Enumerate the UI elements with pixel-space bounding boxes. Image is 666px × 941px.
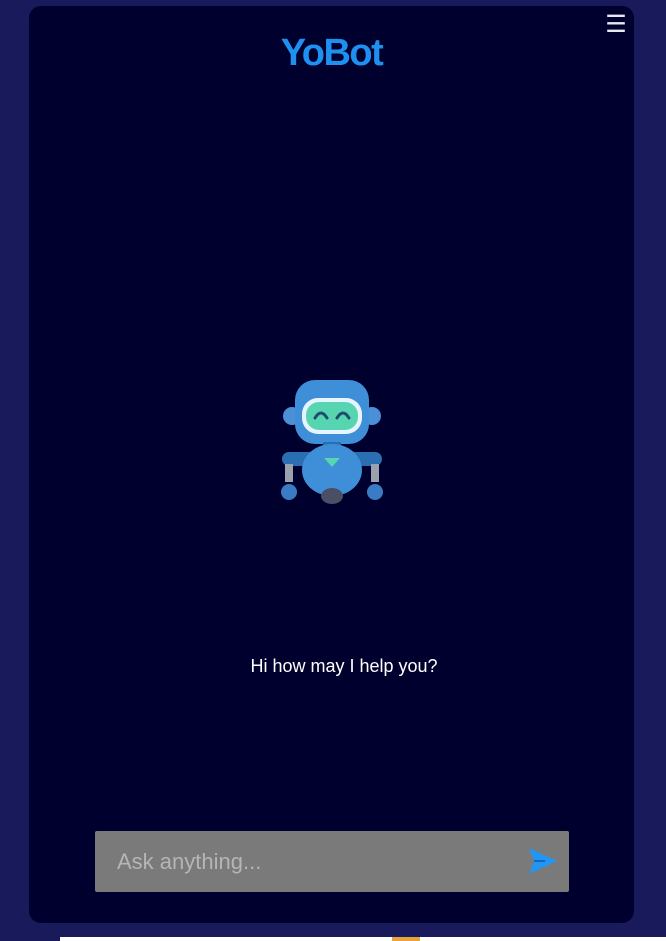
bottom-edge-strip	[60, 937, 666, 941]
hamburger-menu-icon[interactable]: ☰	[603, 12, 629, 38]
chat-input[interactable]	[95, 831, 515, 892]
bottom-edge-accent	[392, 937, 420, 941]
app-title: YoBot	[280, 32, 384, 74]
send-icon[interactable]	[527, 845, 559, 877]
robot-icon	[281, 380, 383, 504]
chat-panel: YoBot ☰ Hi how may I help you?	[29, 6, 634, 923]
greeting-message: Hi how may I help you?	[250, 656, 438, 676]
chat-input-bar	[95, 831, 569, 892]
